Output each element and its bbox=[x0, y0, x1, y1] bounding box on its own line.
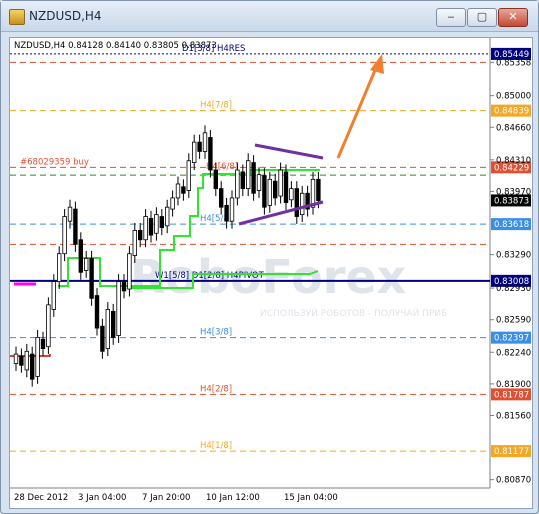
price-tick-label: 0.82590 bbox=[496, 316, 531, 326]
candle-body bbox=[186, 160, 191, 191]
candle-body bbox=[191, 141, 197, 163]
candle-body bbox=[51, 281, 56, 310]
candle-body bbox=[13, 353, 19, 364]
candle-body bbox=[294, 188, 299, 217]
price-label-text: 0.83618 bbox=[494, 220, 529, 230]
candle-body bbox=[121, 281, 127, 292]
candle-body bbox=[67, 206, 73, 222]
price-tick-label: 0.85000 bbox=[496, 92, 531, 102]
candle-body bbox=[202, 132, 208, 152]
candle-body bbox=[283, 171, 289, 203]
price-axis-labels: 0.85358 0.85000 0.84660 0.84310 0.83970 0.832… bbox=[490, 58, 531, 486]
candle-body bbox=[213, 169, 218, 190]
candle-body bbox=[143, 216, 148, 241]
minimize-button[interactable]: ‒ bbox=[436, 8, 466, 27]
time-tick-label: 15 Jan 04:00 bbox=[284, 493, 338, 503]
candle-body bbox=[262, 175, 267, 208]
candle-body bbox=[256, 174, 262, 191]
candle-body bbox=[218, 188, 224, 208]
candle-body bbox=[132, 230, 137, 256]
candle-body bbox=[100, 325, 105, 352]
time-axis-labels: 28 Dec 2012 3 Jan 04:00 7 Jan 20:00 10 Jan … bbox=[14, 493, 338, 503]
candle-body bbox=[181, 186, 186, 194]
price-label-text: 0.81177 bbox=[494, 447, 529, 457]
price-tick-label: 0.81560 bbox=[496, 411, 531, 421]
watermark-tagline: ИСПОЛЬЗУЙ РОБОТОВ - ПОЛУЧАЙ ПРИБ bbox=[260, 307, 447, 319]
candle-body bbox=[73, 208, 78, 245]
candle-body bbox=[57, 253, 62, 282]
candle-body bbox=[267, 178, 272, 206]
candle-body bbox=[19, 355, 24, 366]
time-tick-label: 7 Jan 20:00 bbox=[142, 493, 190, 503]
price-tick-label: 0.83290 bbox=[496, 251, 531, 261]
candle-body bbox=[272, 180, 278, 199]
price-tick-label: 0.80870 bbox=[496, 476, 531, 486]
candle-body bbox=[46, 304, 51, 348]
price-tick-label: 0.85358 bbox=[496, 58, 531, 68]
candle-body bbox=[251, 162, 256, 194]
close-button[interactable]: ✕ bbox=[498, 8, 528, 27]
candle-body bbox=[24, 350, 29, 371]
price-tick-label: 0.84660 bbox=[496, 123, 531, 133]
level-label: H4[2/8] bbox=[200, 384, 232, 394]
maximize-button[interactable]: ▢ bbox=[467, 8, 497, 27]
candle-body bbox=[235, 169, 240, 199]
candle-body bbox=[316, 178, 321, 202]
candle-body bbox=[127, 253, 132, 290]
price-tick-label: 0.84310 bbox=[496, 156, 531, 166]
candle-body bbox=[105, 309, 110, 349]
candle-body bbox=[154, 214, 159, 234]
candle-body bbox=[40, 338, 46, 349]
candle-body bbox=[224, 204, 229, 222]
candle-body bbox=[208, 137, 213, 171]
candle-body bbox=[35, 336, 40, 377]
time-tick-label: 3 Jan 04:00 bbox=[78, 493, 126, 503]
level-label: H4[7/8] bbox=[200, 101, 232, 111]
chart-canvas[interactable]: RoboForex ИСПОЛЬЗУЙ РОБОТОВ - ПОЛУЧАЙ ПР… bbox=[9, 37, 533, 509]
candle-body bbox=[170, 197, 175, 210]
level-label: #68029359 buy bbox=[20, 157, 89, 167]
candle-body bbox=[278, 169, 283, 197]
candle-body bbox=[62, 216, 67, 255]
candle-body bbox=[116, 281, 121, 336]
chart-ohlc-header: NZDUSD,H4 0.84128 0.84140 0.83805 0.8387… bbox=[14, 41, 217, 51]
candle-body bbox=[89, 257, 94, 299]
candle-body bbox=[299, 192, 305, 216]
candle-body bbox=[148, 217, 154, 236]
candle-body bbox=[197, 141, 202, 152]
candle-body bbox=[175, 183, 181, 199]
price-label-text: 0.81787 bbox=[494, 390, 529, 400]
candle-body bbox=[240, 171, 245, 190]
candle-body bbox=[111, 310, 116, 338]
candle-body bbox=[159, 216, 164, 229]
candle-body bbox=[94, 295, 100, 329]
candle-body bbox=[78, 239, 83, 273]
chart-app-icon bbox=[9, 9, 25, 25]
time-tick-label: 28 Dec 2012 bbox=[14, 493, 68, 503]
candle-body bbox=[289, 188, 294, 201]
level-label: H4[3/8] bbox=[200, 328, 232, 338]
title-bar[interactable]: NZDUSD,H4 ‒ ▢ ✕ bbox=[1, 1, 538, 32]
level-label: H4[1/8] bbox=[200, 441, 232, 451]
candle-body bbox=[137, 230, 143, 241]
price-label-text: 0.82397 bbox=[494, 334, 529, 344]
candle-body bbox=[164, 206, 170, 227]
candle-body bbox=[245, 160, 251, 190]
chart-window: NZDUSD,H4 ‒ ▢ ✕ RoboForex ИСПОЛЬЗУЙ РОБО… bbox=[0, 0, 539, 514]
price-label-text: 0.84839 bbox=[494, 107, 529, 117]
level-label: W1[5/8] D1[2/8] H4PIVOT bbox=[155, 271, 265, 281]
price-chart[interactable]: RoboForex ИСПОЛЬЗУЙ РОБОТОВ - ПОЛУЧАЙ ПР… bbox=[10, 38, 532, 508]
candle-body bbox=[229, 197, 235, 222]
price-tick-label: 0.82930 bbox=[496, 284, 531, 294]
current-price-label: 0.83873 bbox=[494, 196, 529, 206]
price-tick-label: 0.81900 bbox=[496, 380, 531, 390]
time-tick-label: 10 Jan 12:00 bbox=[206, 493, 260, 503]
candle-body bbox=[29, 353, 35, 380]
price-tick-label: 0.82240 bbox=[496, 348, 531, 358]
candle-body bbox=[84, 257, 89, 271]
price-tick-label: 0.83970 bbox=[496, 187, 531, 197]
window-title: NZDUSD,H4 bbox=[29, 9, 102, 23]
